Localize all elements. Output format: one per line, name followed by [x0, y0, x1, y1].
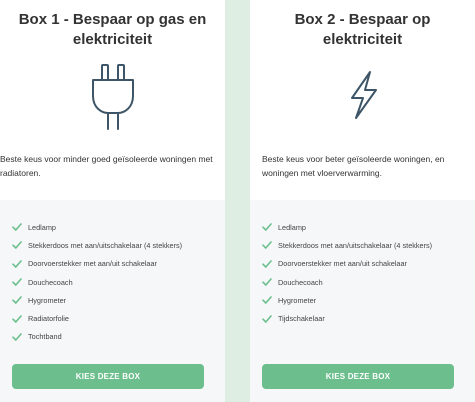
feature-item: Doorvoerstekker met aan/uit schakelaar: [12, 255, 219, 273]
check-icon: [12, 333, 22, 341]
check-icon: [262, 241, 272, 250]
check-icon: [12, 241, 22, 250]
feature-item: Radiatorfolie: [12, 309, 219, 327]
feature-label: Doorvoerstekker met aan/uit schakelaar: [278, 259, 407, 269]
feature-label: Hygrometer: [278, 295, 317, 305]
feature-item: Douchecoach: [12, 273, 219, 291]
feature-item: Tijdschakelaar: [262, 309, 469, 327]
check-icon: [262, 314, 272, 323]
check-icon: [262, 296, 272, 305]
check-icon: [12, 259, 22, 268]
feature-item: Stekkerdoos met aan/uitschakelaar (4 ste…: [262, 236, 469, 254]
feature-item: Douchecoach: [262, 273, 469, 291]
box-1-card: Box 1 - Bespaar op gas en elektriciteit …: [0, 0, 225, 402]
box-1-feature-list: Ledlamp Stekkerdoos met aan/uitschakelaa…: [12, 218, 219, 346]
lightning-icon: [343, 70, 383, 120]
feature-item: Ledlamp: [12, 218, 219, 236]
feature-label: Douchecoach: [28, 277, 73, 287]
box-1-title: Box 1 - Bespaar op gas en elektriciteit: [18, 11, 207, 48]
plug-icon: [90, 64, 136, 130]
box-2-choose-button[interactable]: KIES DEZE BOX: [262, 364, 454, 389]
box-2-description: Beste keus voor beter geïsoleerde woning…: [262, 154, 445, 178]
feature-item: Hygrometer: [262, 291, 469, 309]
feature-label: Douchecoach: [278, 277, 323, 287]
box-1-description: Beste keus voor minder goed geïsoleerde …: [0, 154, 213, 178]
feature-item: Hygrometer: [12, 291, 219, 309]
feature-item: Ledlamp: [262, 218, 469, 236]
check-icon: [12, 314, 22, 323]
box-2-title: Box 2 - Bespaar op elektriciteit: [294, 11, 431, 48]
feature-item: Tochtband: [12, 328, 219, 346]
box-2-feature-list: Ledlamp Stekkerdoos met aan/uitschakelaa…: [262, 218, 469, 328]
feature-label: Stekkerdoos met aan/uitschakelaar (4 ste…: [278, 240, 433, 250]
box-2-card: Box 2 - Bespaar op elektriciteit Beste k…: [250, 0, 475, 402]
check-icon: [262, 278, 272, 286]
feature-label: Ledlamp: [278, 222, 306, 232]
feature-label: Ledlamp: [28, 222, 56, 232]
feature-label: Tijdschakelaar: [278, 314, 325, 324]
feature-label: Hygrometer: [28, 295, 67, 305]
check-icon: [262, 223, 272, 231]
feature-label: Tochtband: [28, 332, 62, 342]
feature-label: Doorvoerstekker met aan/uit schakelaar: [28, 259, 157, 269]
check-icon: [12, 278, 22, 286]
check-icon: [262, 259, 272, 268]
feature-item: Stekkerdoos met aan/uitschakelaar (4 ste…: [12, 236, 219, 254]
check-icon: [12, 296, 22, 305]
feature-label: Radiatorfolie: [28, 314, 69, 324]
feature-item: Doorvoerstekker met aan/uit schakelaar: [262, 255, 469, 273]
check-icon: [12, 223, 22, 231]
feature-label: Stekkerdoos met aan/uitschakelaar (4 ste…: [28, 240, 183, 250]
box-1-choose-button[interactable]: KIES DEZE BOX: [12, 364, 204, 389]
